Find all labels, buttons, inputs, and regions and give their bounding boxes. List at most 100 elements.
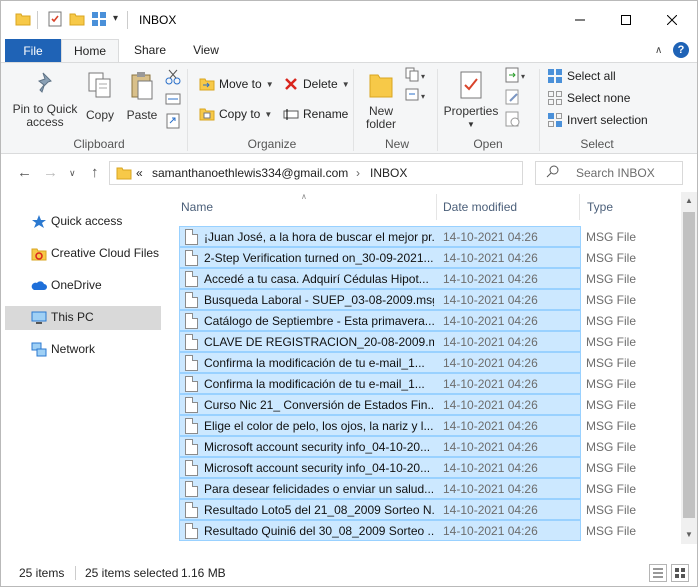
maximize-button[interactable] [603, 1, 649, 39]
tab-home[interactable]: Home [61, 39, 119, 64]
pin-to-quick-access-button[interactable]: Pin to Quick access [9, 69, 81, 133]
edit-icon[interactable] [505, 89, 521, 108]
nav-item-creative-cloud[interactable]: Creative Cloud Files [5, 242, 161, 266]
help-icon[interactable]: ? [673, 42, 689, 58]
properties-label: Properties [443, 104, 499, 118]
nav-label: Quick access [51, 214, 123, 228]
new-folder-button[interactable]: New folder [359, 69, 403, 133]
open-icon[interactable]: ▾ [505, 67, 529, 86]
file-row[interactable]: Microsoft account security info_04-10-20… [179, 457, 636, 478]
delete-icon [283, 76, 299, 92]
folder-icon [15, 11, 31, 30]
forward-arrow-icon[interactable]: → [43, 164, 58, 181]
breadcrumb-chevron-icon[interactable]: › [356, 166, 360, 180]
search-placeholder[interactable]: Search INBOX [576, 166, 655, 180]
new-group-label: New [384, 137, 409, 151]
file-type: MSG File [586, 293, 637, 307]
nav-item-onedrive[interactable]: OneDrive [5, 274, 161, 298]
group-separator [437, 69, 438, 151]
rename-button[interactable]: Rename [283, 103, 348, 125]
vertical-scrollbar[interactable]: ▲ ▼ [681, 192, 697, 544]
address-bar[interactable]: « samanthanoethlewis334@gmail.com › INBO… [109, 161, 618, 185]
svg-text:▾: ▾ [421, 72, 425, 81]
new-item-icon[interactable]: ▾ [405, 67, 429, 86]
select-all-button[interactable]: Select all [547, 65, 616, 87]
file-date: 14-10-2021 04:26 [443, 419, 538, 433]
large-icons-view-icon[interactable] [671, 564, 689, 582]
minimize-button[interactable] [557, 1, 603, 39]
easy-access-icon[interactable]: ▾ [405, 87, 429, 106]
paste-button[interactable]: Paste [123, 69, 161, 123]
file-row[interactable]: Accedé a tu casa. Adquirí Cédulas Hipot.… [179, 268, 636, 289]
view-quick-icon[interactable] [91, 11, 107, 30]
breadcrumb-account[interactable]: samanthanoethlewis334@gmail.com [152, 166, 348, 180]
back-arrow-icon[interactable]: ← [17, 164, 32, 181]
new-folder-quick-icon[interactable] [69, 11, 85, 30]
copy-to-button[interactable]: Copy to ▼ [199, 103, 272, 125]
file-row[interactable]: Resultado Loto5 del 21_08_2009 Sorteo N.… [179, 499, 636, 520]
nav-item-network[interactable]: Network [5, 338, 161, 362]
minimize-ribbon-chevron-icon[interactable]: ∧ [655, 45, 662, 56]
search-box[interactable]: Search INBOX [535, 161, 683, 185]
invert-selection-button[interactable]: Invert selection [547, 109, 648, 131]
file-row[interactable]: CLAVE DE REGISTRACION_20-08-2009.msg 14-1… [179, 331, 636, 352]
scroll-up-icon[interactable]: ▲ [681, 192, 697, 210]
file-row[interactable]: Catálogo de Septiembre - Esta primavera.… [179, 310, 636, 331]
msg-file-icon [185, 292, 198, 308]
move-to-button[interactable]: Move to ▼ [199, 73, 274, 95]
file-name: Busqueda Laboral - SUEP_03-08-2009.msg [204, 293, 434, 307]
copy-button[interactable]: Copy [83, 69, 117, 123]
scroll-thumb[interactable] [683, 212, 695, 518]
paste-label: Paste [126, 108, 158, 122]
file-row[interactable]: Confirma la modificación de tu e-mail_1.… [179, 352, 636, 373]
breadcrumb-inbox[interactable]: INBOX [370, 166, 407, 180]
address-overflow[interactable]: « [136, 166, 143, 180]
history-icon[interactable] [505, 111, 521, 130]
file-row[interactable]: Para desear felicidades o enviar un salu… [179, 478, 636, 499]
tab-share[interactable]: Share [123, 39, 177, 63]
svg-text:▾: ▾ [421, 92, 425, 101]
properties-dropdown-icon: ▼ [467, 120, 475, 129]
file-date: 14-10-2021 04:26 [443, 356, 538, 370]
paste-shortcut-icon[interactable] [165, 113, 181, 132]
cut-icon[interactable] [165, 69, 181, 88]
column-divider[interactable] [436, 194, 437, 220]
copy-label: Copy [85, 108, 114, 122]
copy-icon [87, 71, 113, 102]
file-row[interactable]: Busqueda Laboral - SUEP_03-08-2009.msg 14… [179, 289, 636, 310]
file-row[interactable]: Confirma la modificación de tu e-mail_1.… [179, 373, 636, 394]
close-button[interactable] [649, 1, 695, 39]
file-type: MSG File [586, 440, 637, 454]
copy-path-icon[interactable] [165, 91, 181, 110]
tab-file[interactable]: File [5, 39, 61, 63]
recent-locations-chevron-icon[interactable]: ∨ [69, 168, 76, 179]
select-none-button[interactable]: Select none [547, 87, 630, 109]
column-header-name[interactable]: Name [181, 192, 431, 222]
explorer-window: ▾ INBOX File Home Share View ∧ ? Pin to … [0, 0, 698, 587]
file-row[interactable]: ¡Juan José, a la hora de buscar el mejor… [179, 226, 636, 247]
nav-item-quick-access[interactable]: Quick access [5, 210, 161, 234]
details-view-icon[interactable] [649, 564, 667, 582]
tab-view[interactable]: View [181, 39, 231, 63]
properties-button[interactable]: Properties ▼ [441, 69, 501, 133]
delete-button[interactable]: Delete ▼ [283, 73, 350, 95]
column-header-date[interactable]: Date modified [443, 192, 579, 222]
file-row[interactable]: 2-Step Verification turned on_30-09-2021… [179, 247, 636, 268]
customize-toolbar-chevron-icon[interactable]: ▾ [113, 13, 118, 24]
group-separator [187, 69, 188, 151]
scroll-down-icon[interactable]: ▼ [681, 526, 697, 544]
file-name: Curso Nic 21_ Conversión de Estados Fin.… [204, 398, 434, 412]
pin-label-2: access [26, 115, 64, 129]
file-row[interactable]: Curso Nic 21_ Conversión de Estados Fin.… [179, 394, 636, 415]
properties-quick-icon[interactable] [47, 11, 63, 30]
up-arrow-icon[interactable]: ↑ [91, 164, 99, 181]
msg-file-icon [185, 334, 198, 350]
nav-item-this-pc[interactable]: This PC [5, 306, 161, 330]
file-row[interactable]: Microsoft account security info_04-10-20… [179, 436, 636, 457]
file-row[interactable]: Resultado Quini6 del 30_08_2009 Sorteo .… [179, 520, 636, 541]
delete-label: Delete [303, 77, 338, 91]
file-row[interactable]: Elige el color de pelo, los ojos, la nar… [179, 415, 636, 436]
column-divider[interactable] [579, 194, 580, 220]
column-header-type[interactable]: Type [587, 192, 677, 222]
select-group-label: Select [580, 137, 614, 151]
